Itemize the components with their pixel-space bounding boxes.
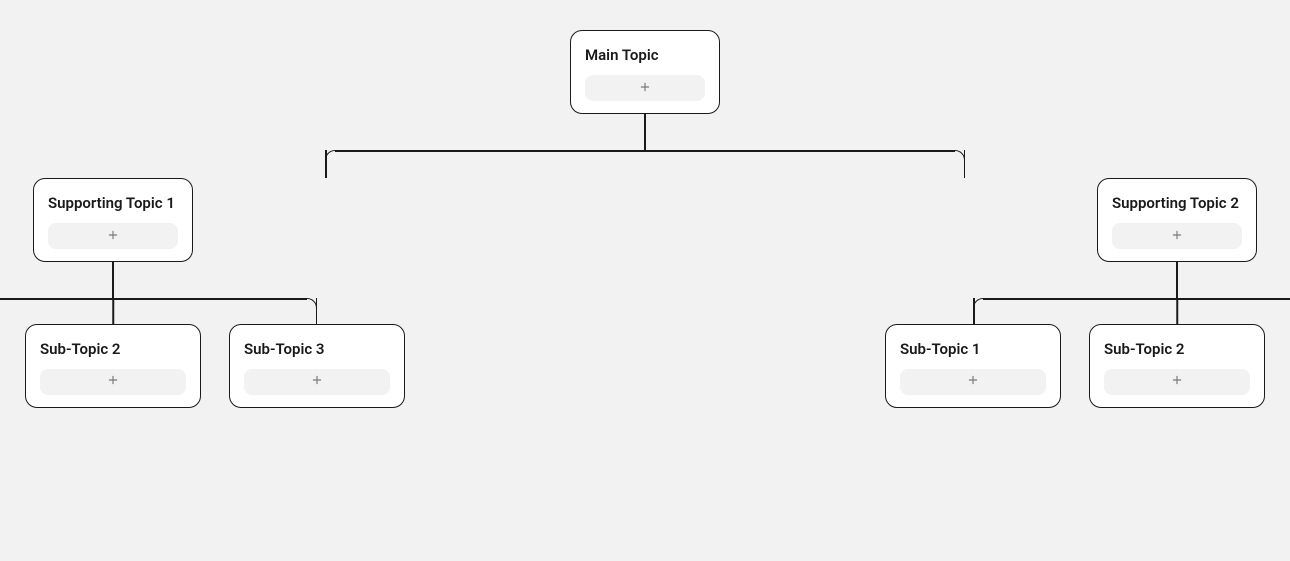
plus-icon: [1170, 373, 1184, 390]
plus-icon: [106, 373, 120, 390]
connector-vertical: [1176, 262, 1178, 298]
connector-drops: [0, 300, 317, 324]
plus-icon: [638, 80, 652, 97]
connector-vertical: [644, 114, 646, 150]
supporting-topics-row: Supporting Topic 1: [0, 178, 1290, 408]
plus-icon: [966, 373, 980, 390]
supporting-topic-1-title: Supporting Topic 1: [48, 193, 178, 213]
supporting-topic-2-node: Supporting Topic 2: [1097, 178, 1257, 262]
add-child-button[interactable]: [40, 369, 186, 395]
add-child-button[interactable]: [900, 369, 1046, 395]
sub-topic-title: Sub-Topic 1: [900, 339, 1046, 359]
connector-drops: [973, 300, 1290, 324]
add-child-button[interactable]: [1112, 223, 1242, 249]
sub-topic-node: Sub-Topic 1: [885, 324, 1061, 408]
add-child-button[interactable]: [244, 369, 390, 395]
connector-drops: [325, 152, 965, 178]
root-node-title: Main Topic: [585, 45, 705, 65]
supporting-topic-1-node: Supporting Topic 1: [33, 178, 193, 262]
plus-icon: [106, 228, 120, 245]
sub-topic-node: Sub-Topic 2: [25, 324, 201, 408]
sub-topic-node: Sub-Topic 3: [229, 324, 405, 408]
sub-topic-title: Sub-Topic 2: [1104, 339, 1250, 359]
add-child-button[interactable]: [1104, 369, 1250, 395]
add-child-button[interactable]: [585, 75, 705, 101]
plus-icon: [310, 373, 324, 390]
supporting-topic-2-title: Supporting Topic 2: [1112, 193, 1242, 213]
supporting-topic-1-group: Supporting Topic 1: [0, 178, 405, 408]
root-node: Main Topic: [570, 30, 720, 114]
add-child-button[interactable]: [48, 223, 178, 249]
sub-topic-title: Sub-Topic 2: [40, 339, 186, 359]
sub-topic-title: Sub-Topic 3: [244, 339, 390, 359]
mind-map-diagram: Main Topic Supporting Topic 1: [0, 30, 1290, 408]
sub-topics-row-2: Sub-Topic 1 Sub-Topic 2: [885, 324, 1290, 408]
connector-vertical: [112, 262, 114, 298]
supporting-topic-2-group: Supporting Topic 2 Sub-To: [885, 178, 1290, 408]
sub-topic-node: Sub-Topic 2: [1089, 324, 1265, 408]
plus-icon: [1170, 228, 1184, 245]
sub-topics-row-1: Sub-Topic 1 Sub-Topic 2: [0, 324, 405, 408]
